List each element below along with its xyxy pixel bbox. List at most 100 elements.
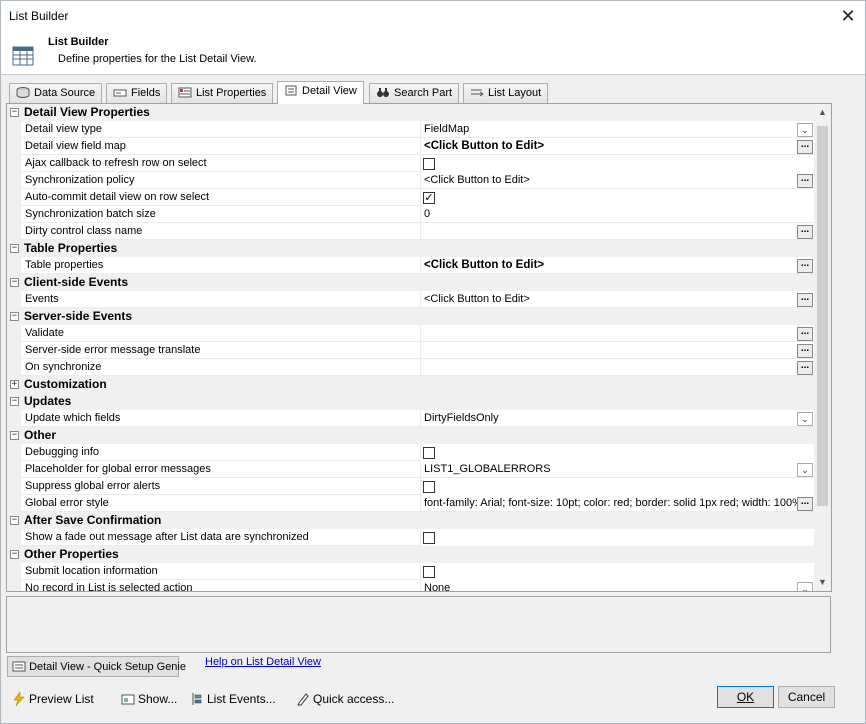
property-row[interactable]: Server-side error message translate...: [7, 342, 814, 359]
chevron-down-icon[interactable]: ⌄: [797, 582, 813, 591]
tab-detail-view[interactable]: Detail View: [277, 81, 364, 104]
property-value[interactable]: FieldMap: [421, 121, 814, 138]
show-button[interactable]: Show...: [121, 692, 177, 706]
property-row[interactable]: Table properties <Click Button to Edit>..…: [7, 257, 814, 274]
property-value[interactable]: None: [421, 580, 814, 591]
property-name[interactable]: Events: [21, 291, 421, 308]
category-row[interactable]: + Customization: [7, 376, 814, 393]
cancel-button[interactable]: Cancel: [778, 686, 835, 708]
property-row[interactable]: Global error style font-family: Arial; fo…: [7, 495, 814, 512]
checkbox-checked[interactable]: ✓: [423, 192, 435, 204]
ellipsis-button[interactable]: ...: [797, 174, 813, 188]
ellipsis-button[interactable]: ...: [797, 140, 813, 154]
tab-list-properties[interactable]: List Properties: [171, 83, 274, 103]
collapse-icon[interactable]: −: [10, 312, 19, 321]
property-name[interactable]: Global error style: [21, 495, 421, 512]
property-value[interactable]: font-family: Arial; font-size: 10pt; col…: [421, 495, 814, 512]
property-value[interactable]: <Click Button to Edit>: [421, 172, 814, 189]
property-name[interactable]: Synchronization policy: [21, 172, 421, 189]
property-name[interactable]: Detail view field map: [21, 138, 421, 155]
collapse-icon[interactable]: −: [10, 550, 19, 559]
property-name[interactable]: Placeholder for global error messages: [21, 461, 421, 478]
property-name[interactable]: Submit location information: [21, 563, 421, 580]
property-name[interactable]: Show a fade out message after List data …: [21, 529, 421, 546]
property-name[interactable]: Ajax callback to refresh row on select: [21, 155, 421, 172]
category-row[interactable]: − Client-side Events: [7, 274, 814, 291]
category-row[interactable]: − Updates: [7, 393, 814, 410]
ellipsis-button[interactable]: ...: [797, 293, 813, 307]
property-row[interactable]: Ajax callback to refresh row on select: [7, 155, 814, 172]
expand-icon[interactable]: +: [10, 380, 19, 389]
ellipsis-button[interactable]: ...: [797, 259, 813, 273]
property-row[interactable]: Events <Click Button to Edit>...: [7, 291, 814, 308]
property-name[interactable]: Dirty control class name: [21, 223, 421, 240]
chevron-down-icon[interactable]: ⌄: [797, 463, 813, 477]
category-row[interactable]: − Detail View Properties: [7, 104, 814, 121]
collapse-icon[interactable]: −: [10, 397, 19, 406]
property-row[interactable]: Update which fields DirtyFieldsOnly ⌄: [7, 410, 814, 427]
property-row[interactable]: Dirty control class name...: [7, 223, 814, 240]
close-icon[interactable]: ✕: [831, 1, 865, 31]
ellipsis-button[interactable]: ...: [797, 225, 813, 239]
property-name[interactable]: Debugging info: [21, 444, 421, 461]
property-row[interactable]: On synchronize...: [7, 359, 814, 376]
collapse-icon[interactable]: −: [10, 244, 19, 253]
ellipsis-button[interactable]: ...: [797, 361, 813, 375]
category-row[interactable]: − Other: [7, 427, 814, 444]
property-name[interactable]: On synchronize: [21, 359, 421, 376]
chevron-down-icon[interactable]: ⌄: [797, 123, 813, 137]
property-value[interactable]: LIST1_GLOBALERRORS: [421, 461, 814, 478]
ellipsis-button[interactable]: ...: [797, 327, 813, 341]
property-value[interactable]: [421, 359, 814, 376]
checkbox-unchecked[interactable]: [423, 481, 435, 493]
property-value[interactable]: <Click Button to Edit>: [421, 257, 814, 274]
scroll-up-icon[interactable]: ▲: [814, 104, 831, 121]
property-name[interactable]: Suppress global error alerts: [21, 478, 421, 495]
checkbox-unchecked[interactable]: [423, 158, 435, 170]
ellipsis-button[interactable]: ...: [797, 344, 813, 358]
property-row[interactable]: Validate...: [7, 325, 814, 342]
ok-button[interactable]: OK: [717, 686, 774, 708]
tab-list-layout[interactable]: List Layout: [463, 83, 549, 103]
collapse-icon[interactable]: −: [10, 108, 19, 117]
property-name[interactable]: Synchronization batch size: [21, 206, 421, 223]
property-row[interactable]: Detail view type FieldMap ⌄: [7, 121, 814, 138]
quick-access-button[interactable]: Quick access...: [296, 692, 394, 706]
property-row[interactable]: Synchronization batch size 0: [7, 206, 814, 223]
property-row[interactable]: Suppress global error alerts: [7, 478, 814, 495]
property-value[interactable]: [421, 342, 814, 359]
property-value[interactable]: [421, 223, 814, 240]
property-value[interactable]: DirtyFieldsOnly: [421, 410, 814, 427]
scroll-thumb[interactable]: [817, 126, 828, 506]
property-row[interactable]: Placeholder for global error messages LIS…: [7, 461, 814, 478]
property-name[interactable]: Auto-commit detail view on row select: [21, 189, 421, 206]
collapse-icon[interactable]: −: [10, 278, 19, 287]
property-value[interactable]: [421, 325, 814, 342]
property-row[interactable]: Auto-commit detail view on row select ✓: [7, 189, 814, 206]
category-row[interactable]: − Server-side Events: [7, 308, 814, 325]
property-row[interactable]: No record in List is selected action None…: [7, 580, 814, 591]
property-name[interactable]: Validate: [21, 325, 421, 342]
preview-list-button[interactable]: Preview List: [12, 692, 94, 706]
list-events-button[interactable]: List Events...: [190, 692, 276, 706]
property-row[interactable]: Synchronization policy <Click Button to E…: [7, 172, 814, 189]
checkbox-unchecked[interactable]: [423, 532, 435, 544]
property-value[interactable]: <Click Button to Edit>: [421, 138, 814, 155]
category-row[interactable]: − Other Properties: [7, 546, 814, 563]
category-row[interactable]: − Table Properties: [7, 240, 814, 257]
property-row[interactable]: Debugging info: [7, 444, 814, 461]
property-row[interactable]: Submit location information: [7, 563, 814, 580]
property-value[interactable]: 0: [421, 206, 814, 223]
help-link[interactable]: Help on List Detail View: [205, 656, 321, 668]
collapse-icon[interactable]: −: [10, 431, 19, 440]
tab-data-source[interactable]: Data Source: [9, 83, 103, 103]
property-value[interactable]: <Click Button to Edit>: [421, 291, 814, 308]
checkbox-unchecked[interactable]: [423, 566, 435, 578]
quick-setup-genie-button[interactable]: Detail View - Quick Setup Genie: [7, 656, 186, 677]
property-name[interactable]: Server-side error message translate: [21, 342, 421, 359]
ellipsis-button[interactable]: ...: [797, 497, 813, 511]
scroll-down-icon[interactable]: ▼: [814, 574, 831, 591]
vertical-scrollbar[interactable]: ▲ ▼: [814, 104, 831, 591]
chevron-down-icon[interactable]: ⌄: [797, 412, 813, 426]
property-row[interactable]: Detail view field map <Click Button to Ed…: [7, 138, 814, 155]
